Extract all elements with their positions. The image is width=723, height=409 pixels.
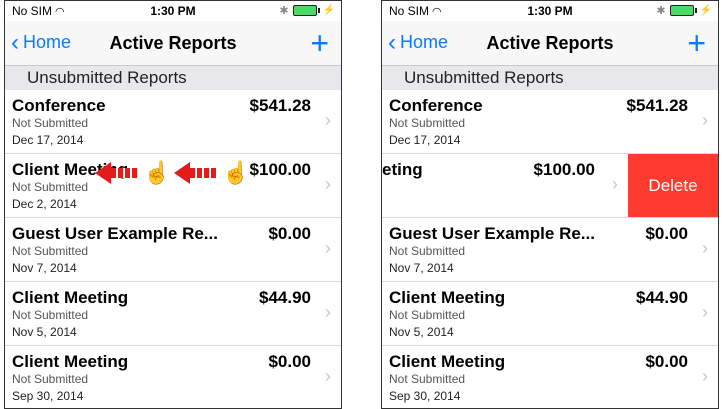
battery-icon	[669, 5, 697, 16]
report-title: Client Meeting	[389, 288, 506, 307]
add-report-button[interactable]: +	[310, 25, 329, 61]
report-amount: $100.00	[249, 160, 311, 179]
report-date: Nov 5, 2014	[389, 325, 454, 339]
report-title: Client Meeting	[12, 352, 129, 371]
report-row[interactable]: Conference Not Submitted Dec 17, 2014 $5…	[382, 90, 718, 154]
report-status: Not Submitted	[389, 372, 466, 386]
report-date: Dec 2, 2014	[12, 197, 77, 211]
battery-icon	[292, 5, 320, 16]
delete-button[interactable]: Delete	[628, 154, 718, 217]
report-row[interactable]: Client Meeting Not Submitted Sep 30, 201…	[5, 346, 341, 408]
report-amount: $44.90	[259, 288, 311, 307]
report-amount: $44.90	[636, 288, 688, 307]
report-status: Not Submitted	[12, 244, 89, 258]
report-row[interactable]: Guest User Example Re... Not Submitted N…	[5, 218, 341, 282]
pointing-hand-icon: ☝	[143, 160, 171, 185]
chevron-right-icon: ›	[325, 302, 331, 322]
swipe-gesture-overlay: ☝ ☝	[95, 162, 250, 184]
report-amount: $0.00	[645, 224, 688, 243]
status-bar: No SIM ◠ 1:30 PM ✱ ⚡	[5, 1, 341, 21]
charging-icon: ⚡	[699, 5, 712, 16]
report-list: Conference Not Submitted Dec 17, 2014 $5…	[5, 90, 341, 408]
report-title: Client Meeting	[12, 288, 129, 307]
report-date: Dec 17, 2014	[12, 133, 84, 147]
report-row-swiped[interactable]: eting $100.00 › Delete	[382, 154, 718, 218]
report-status: Not Submitted	[389, 244, 466, 258]
section-header: Unsubmitted Reports	[382, 66, 718, 90]
report-title: Conference	[12, 96, 106, 115]
phone-screenshot-after-swipe: No SIM ◠ 1:30 PM ✱ ⚡ ‹ Home Active Reports …	[381, 0, 719, 409]
report-status: Not Submitted	[12, 308, 89, 322]
report-date: Nov 7, 2014	[12, 261, 77, 275]
report-title: Guest User Example Re...	[389, 224, 595, 243]
charging-icon: ⚡	[322, 5, 335, 16]
report-amount: $541.28	[626, 96, 688, 115]
swipe-left-arrow-icon	[95, 162, 139, 184]
report-list: Conference Not Submitted Dec 17, 2014 $5…	[382, 90, 718, 408]
chevron-right-icon: ›	[325, 366, 331, 386]
report-date: Nov 7, 2014	[389, 261, 454, 275]
status-bar: No SIM ◠ 1:30 PM ✱ ⚡	[382, 1, 718, 21]
add-report-button[interactable]: +	[687, 25, 706, 61]
report-amount: $0.00	[268, 352, 311, 371]
chevron-right-icon: ›	[325, 110, 331, 130]
report-row[interactable]: Guest User Example Re... Not Submitted N…	[382, 218, 718, 282]
report-status: Not Submitted	[12, 116, 89, 130]
chevron-right-icon: ›	[702, 110, 708, 130]
report-status: Not Submitted	[12, 372, 89, 386]
chevron-right-icon: ›	[325, 174, 331, 194]
chevron-right-icon: ›	[612, 174, 618, 194]
page-title: Active Reports	[486, 33, 614, 53]
report-amount: $0.00	[268, 224, 311, 243]
report-row[interactable]: Client Meeting Not Submitted Nov 5, 2014…	[5, 282, 341, 346]
report-date: Nov 5, 2014	[12, 325, 77, 339]
report-date: Sep 30, 2014	[389, 389, 461, 403]
report-amount: $541.28	[249, 96, 311, 115]
navigation-bar: ‹ Home Active Reports +	[382, 21, 718, 66]
chevron-right-icon: ›	[325, 238, 331, 258]
report-title: Conference	[389, 96, 483, 115]
report-amount: $0.00	[645, 352, 688, 371]
page-title: Active Reports	[109, 33, 237, 53]
report-amount: $100.00	[533, 160, 595, 179]
phone-screenshot-before-swipe: No SIM ◠ 1:30 PM ✱ ⚡ ‹ Home Active Reports …	[4, 0, 342, 409]
report-title: Guest User Example Re...	[12, 224, 218, 243]
chevron-right-icon: ›	[702, 366, 708, 386]
report-date: Dec 17, 2014	[389, 133, 461, 147]
pointing-hand-icon: ☝	[222, 160, 250, 185]
report-status: Not Submitted	[389, 116, 466, 130]
report-row[interactable]: Client Meeting Not Submitted Nov 5, 2014…	[382, 282, 718, 346]
report-date: Sep 30, 2014	[12, 389, 84, 403]
chevron-right-icon: ›	[702, 302, 708, 322]
report-title-truncated: eting	[382, 160, 423, 179]
navigation-bar: ‹ Home Active Reports +	[5, 21, 341, 66]
report-status: Not Submitted	[389, 308, 466, 322]
bluetooth-icon: ✱	[279, 5, 289, 17]
report-row[interactable]: Client Meeting Not Submitted Dec 2, 2014…	[5, 154, 341, 218]
report-status: Not Submitted	[12, 180, 89, 194]
section-header: Unsubmitted Reports	[5, 66, 341, 90]
bluetooth-icon: ✱	[656, 5, 666, 17]
report-row[interactable]: Conference Not Submitted Dec 17, 2014 $5…	[5, 90, 341, 154]
swipe-left-arrow-icon	[174, 162, 219, 184]
report-title: Client Meeting	[389, 352, 506, 371]
report-row[interactable]: Client Meeting Not Submitted Sep 30, 201…	[382, 346, 718, 408]
chevron-right-icon: ›	[702, 238, 708, 258]
